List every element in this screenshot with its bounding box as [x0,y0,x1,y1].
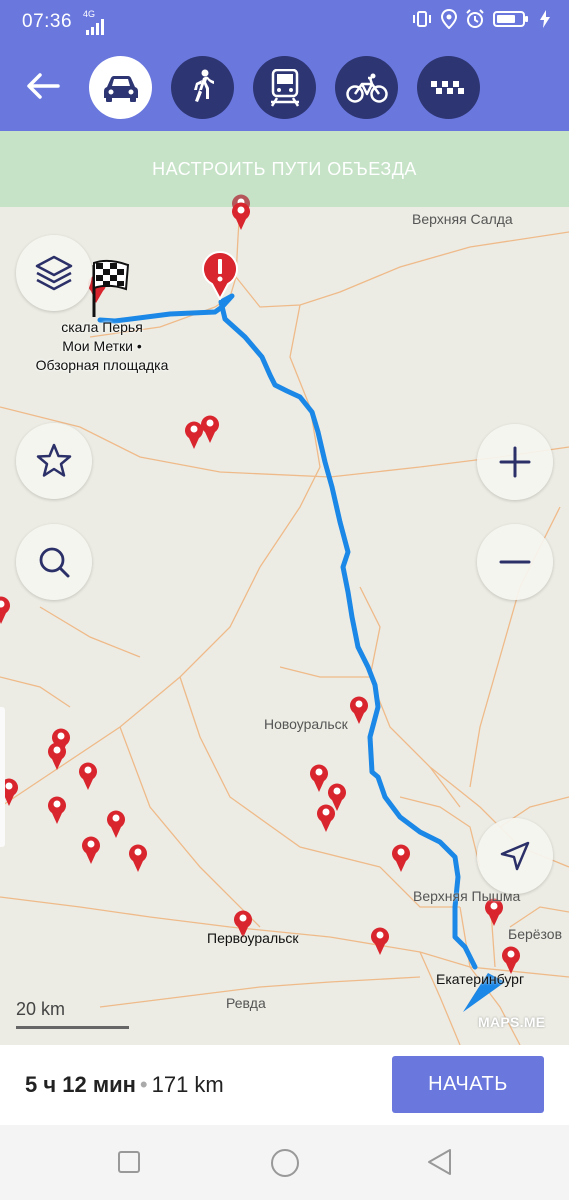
back-button[interactable] [24,66,64,106]
place-novouralsk: Новоуральск [264,716,348,732]
map-pin-icon[interactable] [369,924,391,956]
search-icon [39,547,70,578]
map-pin-icon[interactable] [80,833,102,865]
mode-taxi-button[interactable] [417,56,480,119]
battery-icon [493,11,528,27]
minus-icon [499,560,531,564]
map-pin-icon[interactable] [105,807,127,839]
map-pin-icon[interactable] [0,593,12,625]
status-time: 07:36 [22,11,73,32]
map-scale: 20 km [16,999,129,1029]
layers-icon [35,255,73,291]
mode-transit-button[interactable] [253,56,316,119]
place-pervouralsk: Первоуральск [207,930,299,946]
scale-bar [16,1026,129,1029]
charging-icon [540,10,550,28]
recent-apps-icon[interactable] [117,1150,141,1174]
my-location-button[interactable] [477,818,553,894]
detour-settings-banner[interactable]: НАСТРОИТЬ ПУТИ ОБЪЕЗДА [0,131,569,207]
routing-mode-bar [0,44,569,131]
plus-icon [499,446,531,478]
pedestrian-icon [193,69,214,102]
vibrate-icon [413,11,431,27]
map-pin-icon[interactable] [199,412,221,444]
place-verkhnyaya-salda: Верхняя Салда [412,211,513,227]
status-bar: 07:36 4G [0,0,569,44]
map-pin-icon[interactable] [315,801,337,833]
system-navigation-bar [0,1125,569,1200]
mode-walk-button[interactable] [171,56,234,119]
start-navigation-button[interactable]: НАЧАТЬ [392,1056,544,1113]
alarm-icon [466,9,484,28]
mode-car-button[interactable] [89,56,152,119]
place-revda: Ревда [226,995,266,1011]
network-type: 4G [83,9,96,19]
taxi-icon [430,80,464,94]
side-panel-handle[interactable] [0,707,5,847]
destination-name: скала Перья [61,319,143,335]
place-ekaterinburg: Екатеринбург [436,971,525,987]
map-pin-icon[interactable] [46,793,68,825]
destination-label[interactable]: скала Перья Мои Метки • Обзорная площадк… [22,318,182,375]
car-icon [103,75,138,102]
route-summary-panel: 5 ч 12 мин • 171 km НАЧАТЬ [0,1045,569,1125]
destination-category: Мои Метки • [62,338,142,354]
signal-icon [86,19,104,35]
scale-text: 20 km [16,999,66,1019]
train-icon [270,68,299,107]
zoom-out-button[interactable] [477,524,553,600]
map-pin-icon[interactable] [348,693,370,725]
destination-type: Обзорная площадка [35,357,169,373]
location-icon [441,9,457,29]
star-icon [36,443,72,477]
arrow-left-icon [27,73,60,99]
map-layers-button[interactable] [16,235,92,311]
search-button[interactable] [16,524,92,600]
zoom-in-button[interactable] [477,424,553,500]
map-pin-icon[interactable] [46,739,68,771]
bicycle-icon [345,73,388,103]
detour-settings-label: НАСТРОИТЬ ПУТИ ОБЪЕЗДА [152,158,417,179]
place-beryozovsky: Берёзов [508,926,563,942]
maps-me-watermark: MAPS.ME [478,1014,546,1030]
bookmarks-button[interactable] [16,423,92,499]
back-nav-icon[interactable] [426,1148,452,1176]
map-pin-icon[interactable] [127,841,149,873]
start-button-label: НАЧАТЬ [428,1073,508,1095]
navigation-arrow-icon [500,841,530,871]
map-pin-icon[interactable] [390,841,412,873]
route-warning-icon[interactable] [200,250,240,300]
route-info: 5 ч 12 мин • 171 km [25,1072,224,1098]
map-pin-icon[interactable] [230,199,252,231]
home-icon[interactable] [270,1148,300,1178]
map-view[interactable]: скала Перья Мои Метки • Обзорная площадк… [0,194,569,1045]
route-duration: 5 ч 12 мин [25,1072,136,1097]
route-distance: 171 km [151,1072,224,1097]
finish-flag-icon [88,259,130,317]
map-pin-icon[interactable] [77,759,99,791]
mode-bike-button[interactable] [335,56,398,119]
route-separator: • [139,1072,148,1097]
